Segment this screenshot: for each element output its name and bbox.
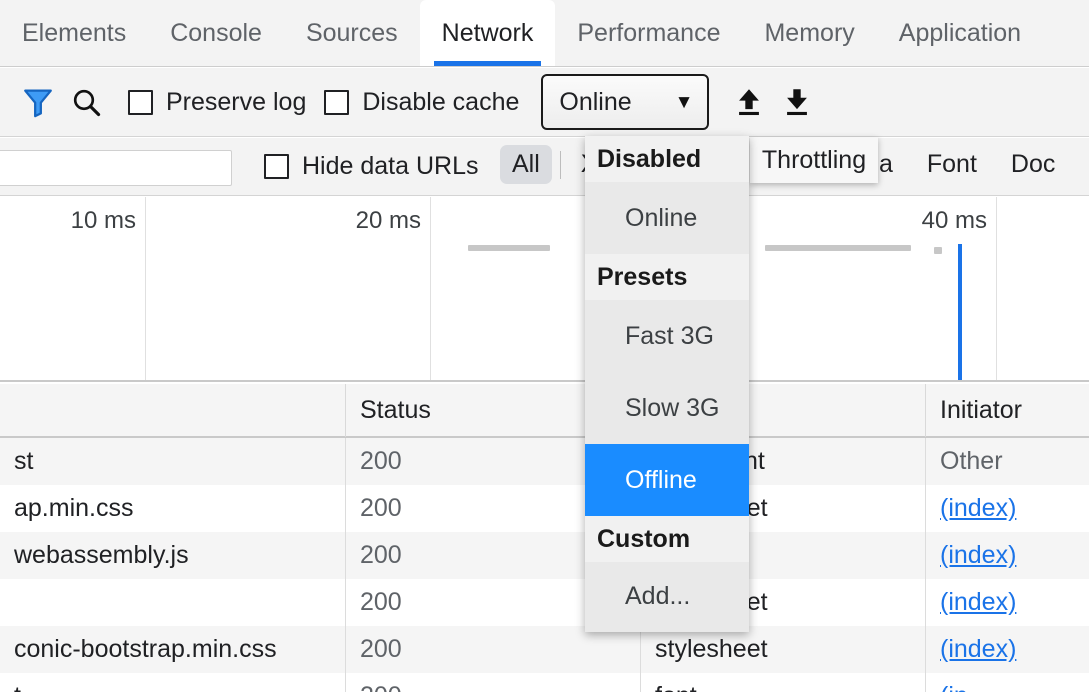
cell-name: ap.min.css [0,485,345,532]
dom-content-loaded-marker [958,244,962,380]
column-header-name[interactable] [0,384,345,437]
disable-cache-label: Disable cache [362,88,519,117]
network-request-table: Status Initiator st 200 document Other a… [0,384,1089,692]
timeline-tick-label: 20 ms [356,207,430,235]
menu-group-presets: Presets [585,254,749,300]
gridline [145,197,146,380]
menu-item-slow-3g[interactable]: Slow 3G [585,372,749,444]
checkbox-box[interactable] [324,90,349,115]
cell-initiator[interactable]: (index) [925,626,1089,673]
tab-memory[interactable]: Memory [742,0,876,66]
tab-network[interactable]: Network [420,0,556,66]
tab-label: Sources [306,19,398,48]
overview-request-bar [765,245,911,251]
table-row[interactable]: st 200 document Other [0,438,1089,485]
timeline-tick-label: 10 ms [71,207,145,235]
gridline [430,197,431,380]
menu-item-add[interactable]: Add... [585,562,749,630]
cell-status: 200 [345,673,640,692]
cell-name: t [0,673,345,692]
network-overview-timeline[interactable]: 10 ms 20 ms 40 ms [0,197,1089,382]
disable-cache-checkbox[interactable]: Disable cache [324,88,519,117]
download-arrow-icon[interactable] [773,78,821,126]
table-row[interactable]: ap.min.css 200 stylesheet (index) [0,485,1089,532]
cell-initiator[interactable]: (index) [925,485,1089,532]
table-row[interactable]: conic-bootstrap.min.css 200 stylesheet (… [0,626,1089,673]
filter-chip-ws[interactable]: W [1077,145,1089,184]
cell-name: st [0,438,345,485]
cell-type: font [640,673,925,692]
devtools-tab-bar: Elements Console Sources Network Perform… [0,0,1089,67]
checkbox-box[interactable] [264,154,289,179]
table-row[interactable]: 200 stylesheet (index) [0,579,1089,626]
throttling-select-value: Online [559,88,631,117]
overview-request-bar [468,245,550,251]
menu-item-fast-3g[interactable]: Fast 3G [585,300,749,372]
initiator-link[interactable]: (index) [940,588,1016,617]
tab-performance[interactable]: Performance [555,0,742,66]
tab-elements[interactable]: Elements [0,0,148,66]
tab-label: Network [442,19,534,48]
column-header-initiator[interactable]: Initiator [925,384,1089,437]
initiator-link[interactable]: (index) [940,541,1016,570]
cell-initiator: Other [925,438,1089,485]
table-row[interactable]: webassembly.js 200 script (index) [0,532,1089,579]
tab-label: Console [170,19,262,48]
cell-type: stylesheet [640,626,925,673]
cell-status: 200 [345,626,640,673]
throttling-tooltip: Throttling [750,137,878,183]
throttling-dropdown-menu: Disabled Online Presets Fast 3G Slow 3G … [585,136,749,632]
cell-initiator[interactable]: (index) [925,579,1089,626]
har-buttons [725,78,821,126]
menu-group-disabled: Disabled [585,136,749,182]
initiator-link[interactable]: (index) [940,494,1016,523]
menu-item-offline[interactable]: Offline [585,444,749,516]
cell-initiator[interactable]: (index) [925,532,1089,579]
checkbox-box[interactable] [128,90,153,115]
menu-item-online[interactable]: Online [585,182,749,254]
throttling-select[interactable]: Online ▼ [541,74,709,130]
cell-initiator[interactable]: (in [925,673,1089,692]
cell-name [0,579,345,626]
tab-console[interactable]: Console [148,0,284,66]
tab-label: Application [899,19,1021,48]
cell-name: webassembly.js [0,532,345,579]
upload-arrow-icon[interactable] [725,78,773,126]
divider [560,151,561,179]
chevron-down-icon: ▼ [675,93,694,112]
menu-group-custom: Custom [585,516,749,562]
table-header-row: Status Initiator [0,384,1089,438]
cell-name: conic-bootstrap.min.css [0,626,345,673]
initiator-link[interactable]: (index) [940,635,1016,664]
overview-request-bar [934,247,942,254]
hide-data-urls-label: Hide data URLs [302,152,478,181]
network-toolbar: Preserve log Disable cache Online ▼ [0,68,1089,137]
filter-chip-font[interactable]: Font [915,145,989,184]
preserve-log-checkbox[interactable]: Preserve log [128,88,306,117]
filter-input[interactable] [0,150,232,186]
funnel-icon[interactable] [14,78,62,126]
table-row[interactable]: t 200 font (in [0,673,1089,692]
filter-chip-doc[interactable]: Doc [999,145,1067,184]
initiator-link[interactable]: (in [940,682,968,692]
timeline-tick-label: 40 ms [922,207,996,235]
filter-chip-all[interactable]: All [500,145,552,184]
tab-label: Memory [764,19,854,48]
tab-application[interactable]: Application [877,0,1043,66]
search-icon[interactable] [62,78,110,126]
hide-data-urls-checkbox[interactable]: Hide data URLs [264,152,478,181]
tab-label: Elements [22,19,126,48]
preserve-log-label: Preserve log [166,88,306,117]
tab-label: Performance [577,19,720,48]
devtools-network-panel: Elements Console Sources Network Perform… [0,0,1089,692]
gridline [996,197,997,380]
tab-sources[interactable]: Sources [284,0,420,66]
